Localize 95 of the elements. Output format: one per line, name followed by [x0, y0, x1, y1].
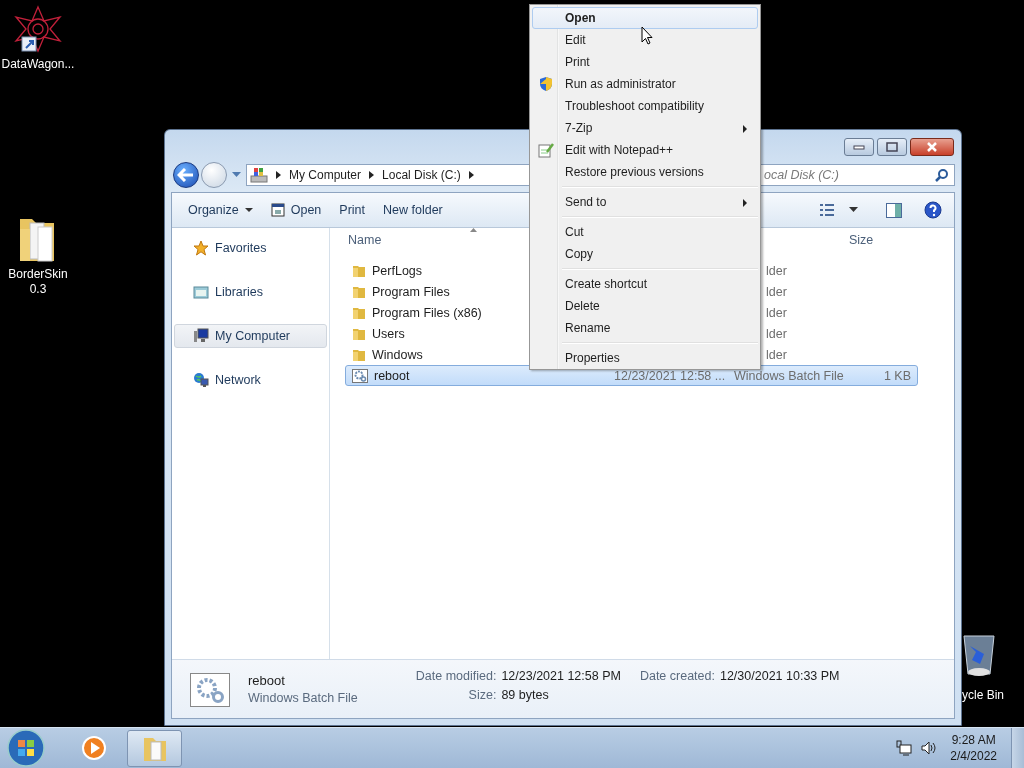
- help-icon[interactable]: [924, 201, 942, 219]
- menu-item[interactable]: Copy: [532, 243, 758, 265]
- breadcrumb-arrow-icon[interactable]: [468, 171, 474, 179]
- desktop-icon-label[interactable]: ycle Bin: [962, 688, 1005, 703]
- menu-item[interactable]: 7-Zip: [532, 117, 758, 139]
- navigation-item[interactable]: Favorites: [174, 236, 327, 260]
- maximize-button[interactable]: [877, 138, 907, 156]
- field-value: 12/23/2021 12:58 PM: [501, 669, 621, 683]
- folder-icon: [352, 347, 366, 362]
- preview-pane-icon[interactable]: [886, 202, 902, 218]
- play-icon: [80, 735, 107, 761]
- close-icon: [926, 142, 938, 152]
- breadcrumb-arrow-icon[interactable]: [276, 171, 281, 179]
- field-value: 12/30/2021 10:33 PM: [719, 669, 840, 683]
- field-label: Date created:: [639, 669, 715, 683]
- file-name[interactable]: Users: [372, 326, 405, 341]
- caret-icon: [244, 207, 253, 213]
- menu-item[interactable]: Send to: [532, 191, 758, 213]
- submenu-arrow-icon: [743, 199, 747, 207]
- file-name[interactable]: Program Files: [372, 284, 450, 299]
- gears-icon: [352, 368, 368, 383]
- file-name[interactable]: Program Files (x86): [372, 305, 482, 320]
- navigation-item[interactable]: My Computer: [174, 324, 327, 348]
- file-type-text: lder: [766, 347, 787, 362]
- file-type-text: Windows Batch File: [734, 368, 844, 383]
- close-button[interactable]: [910, 138, 954, 156]
- desktop-icon-label[interactable]: DataWagon...: [1, 57, 75, 72]
- breadcrumb-arrow-icon[interactable]: [369, 171, 375, 179]
- folder-icon: [352, 284, 366, 299]
- clock-date[interactable]: 2/4/2022: [950, 748, 997, 764]
- file-type-text: lder: [766, 263, 787, 278]
- navigation-item[interactable]: Libraries: [174, 280, 327, 304]
- menu-item[interactable]: Rename: [532, 317, 758, 339]
- minimize-button[interactable]: [844, 138, 874, 156]
- file-size-text: 1 KB: [883, 368, 911, 383]
- file-type-text: Windows Batch File: [248, 691, 358, 705]
- gears-icon: [190, 673, 230, 707]
- notepad-icon: [537, 142, 554, 158]
- computer-icon: [250, 167, 268, 183]
- recycle-bin-icon[interactable]: [962, 632, 996, 678]
- network-icon: [193, 372, 209, 388]
- breadcrumb[interactable]: My Computer: [289, 168, 362, 182]
- back-button[interactable]: [173, 162, 199, 188]
- file-name: reboot: [248, 673, 286, 688]
- file-name[interactable]: reboot: [374, 368, 410, 383]
- menu-item[interactable]: Delete: [532, 295, 758, 317]
- file-name[interactable]: Windows: [372, 347, 423, 362]
- library-icon: [193, 284, 209, 300]
- speaker-icon[interactable]: [920, 740, 937, 756]
- file-type-text: lder: [766, 284, 787, 299]
- folder-icon: [352, 305, 366, 320]
- field-value: 89 bytes: [501, 688, 550, 702]
- menu-item[interactable]: Print: [532, 51, 758, 73]
- navigation-item[interactable]: Network: [174, 368, 327, 392]
- caret-icon[interactable]: [849, 207, 858, 213]
- menu-item[interactable]: Open: [532, 7, 758, 29]
- maximize-icon: [886, 142, 898, 152]
- taskbar-button[interactable]: [127, 729, 182, 767]
- search-icon[interactable]: [935, 168, 949, 182]
- toolbar-button[interactable]: Organize: [180, 199, 261, 221]
- field-label: Size:: [467, 688, 497, 702]
- date-modified-text: 12/23/2021 12:58 ...: [614, 368, 726, 383]
- clock-time[interactable]: 9:28 AM: [951, 732, 996, 748]
- menu-item[interactable]: Run as administrator: [532, 73, 758, 95]
- submenu-arrow-icon: [743, 125, 747, 133]
- minimize-icon: [853, 144, 865, 150]
- arrow-left-icon: [177, 168, 195, 182]
- cursor-icon: [641, 26, 654, 45]
- menu-item[interactable]: Troubleshoot compatibility: [532, 95, 758, 117]
- file-type-text: lder: [766, 305, 787, 320]
- menu-item[interactable]: Cut: [532, 221, 758, 243]
- field-label: Date modified:: [415, 669, 497, 683]
- column-header[interactable]: Name: [348, 233, 382, 247]
- window-app-icon: [270, 203, 285, 217]
- network-icon[interactable]: [896, 740, 913, 756]
- desktop-icon-label[interactable]: BorderSkin 0.3: [5, 267, 71, 297]
- star-icon: [193, 240, 209, 256]
- file-type-text: lder: [766, 326, 787, 341]
- column-header[interactable]: Size: [849, 233, 874, 247]
- computer-icon: [193, 328, 209, 344]
- menu-item[interactable]: Edit: [532, 29, 758, 51]
- start-button[interactable]: [6, 728, 46, 768]
- file-name[interactable]: PerfLogs: [372, 263, 423, 278]
- toolbar-button[interactable]: Print: [331, 199, 374, 221]
- breadcrumb[interactable]: Local Disk (C:): [382, 168, 461, 182]
- folder-icon: [352, 263, 366, 278]
- menu-item[interactable]: Create shortcut: [532, 273, 758, 295]
- history-dropdown-icon[interactable]: [232, 172, 241, 178]
- view-list-icon[interactable]: [819, 203, 835, 217]
- search-field[interactable]: ocal Disk (C:): [758, 167, 935, 183]
- folder-icon: [352, 326, 366, 341]
- toolbar-button[interactable]: New folder: [375, 199, 451, 221]
- toolbar-button[interactable]: Open: [262, 199, 330, 221]
- menu-item[interactable]: Edit with Notepad++: [532, 139, 758, 161]
- shield-icon: [538, 76, 553, 92]
